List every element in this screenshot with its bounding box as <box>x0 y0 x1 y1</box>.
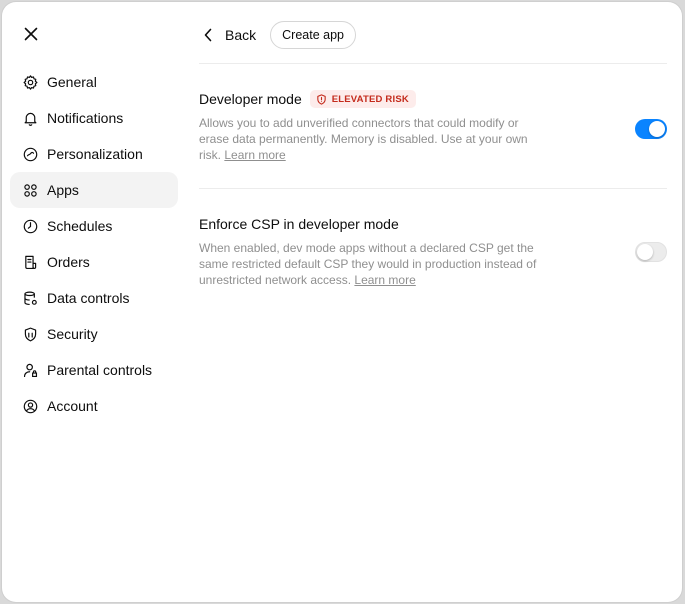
sidebar-item-account[interactable]: Account <box>10 388 178 424</box>
bell-icon <box>21 109 39 127</box>
sidebar-item-label: Schedules <box>47 218 113 234</box>
sidebar-item-label: Data controls <box>47 290 130 306</box>
back-label: Back <box>225 27 257 43</box>
enforce-csp-toggle[interactable] <box>635 242 667 262</box>
sidebar-item-label: Orders <box>47 254 90 270</box>
back-button[interactable]: Back <box>199 26 256 44</box>
sidebar-item-data-controls[interactable]: Data controls <box>10 280 178 316</box>
toggle-knob <box>649 121 665 137</box>
settings-window: General Notifications Personalization Ap… <box>2 2 682 602</box>
developer-mode-description: Allows you to add unverified connectors … <box>199 115 539 163</box>
enforce-csp-description: When enabled, dev mode apps without a de… <box>199 240 544 288</box>
sidebar-item-label: Personalization <box>47 146 143 162</box>
sidebar-item-label: Notifications <box>47 110 124 126</box>
sidebar-item-label: Parental controls <box>47 362 153 378</box>
elevated-risk-badge: ELEVATED RISK <box>309 90 416 108</box>
database-icon <box>21 289 39 307</box>
personalization-icon <box>21 145 39 163</box>
sidebar-item-notifications[interactable]: Notifications <box>10 100 178 136</box>
sidebar-item-label: General <box>47 74 97 90</box>
developer-mode-learn-more-link[interactable]: Learn more <box>224 148 285 162</box>
toggle-knob <box>637 244 653 260</box>
sidebar-item-personalization[interactable]: Personalization <box>10 136 178 172</box>
close-button[interactable] <box>20 23 42 45</box>
close-icon <box>24 27 38 41</box>
page-header: Back Create app <box>199 20 356 50</box>
apps-grid-icon <box>21 181 39 199</box>
sidebar-item-schedules[interactable]: Schedules <box>10 208 178 244</box>
sidebar-item-orders[interactable]: Orders <box>10 244 178 280</box>
developer-mode-toggle[interactable] <box>635 119 667 139</box>
sidebar-item-label: Account <box>47 398 98 414</box>
header-divider <box>199 63 667 64</box>
settings-divider <box>199 188 667 189</box>
parental-icon <box>21 361 39 379</box>
sidebar-item-general[interactable]: General <box>10 64 178 100</box>
gear-icon <box>21 73 39 91</box>
sidebar-item-label: Security <box>47 326 98 342</box>
enforce-csp-title: Enforce CSP in developer mode <box>199 216 399 232</box>
chevron-left-icon <box>199 26 217 44</box>
developer-mode-title: Developer mode <box>199 91 302 107</box>
sidebar-item-security[interactable]: Security <box>10 316 178 352</box>
enforce-csp-setting: Enforce CSP in developer mode When enabl… <box>199 214 667 288</box>
clock-icon <box>21 217 39 235</box>
sidebar-item-label: Apps <box>47 182 79 198</box>
shield-alert-icon <box>316 93 327 105</box>
shield-icon <box>21 325 39 343</box>
developer-mode-setting: Developer mode ELEVATED RISK Allows you … <box>199 89 667 163</box>
enforce-csp-learn-more-link[interactable]: Learn more <box>354 273 415 287</box>
risk-badge-label: ELEVATED RISK <box>331 93 409 105</box>
receipt-icon <box>21 253 39 271</box>
account-icon <box>21 397 39 415</box>
settings-sidebar: General Notifications Personalization Ap… <box>10 64 178 424</box>
sidebar-item-parental-controls[interactable]: Parental controls <box>10 352 178 388</box>
sidebar-item-apps[interactable]: Apps <box>10 172 178 208</box>
create-app-button[interactable]: Create app <box>270 21 356 49</box>
